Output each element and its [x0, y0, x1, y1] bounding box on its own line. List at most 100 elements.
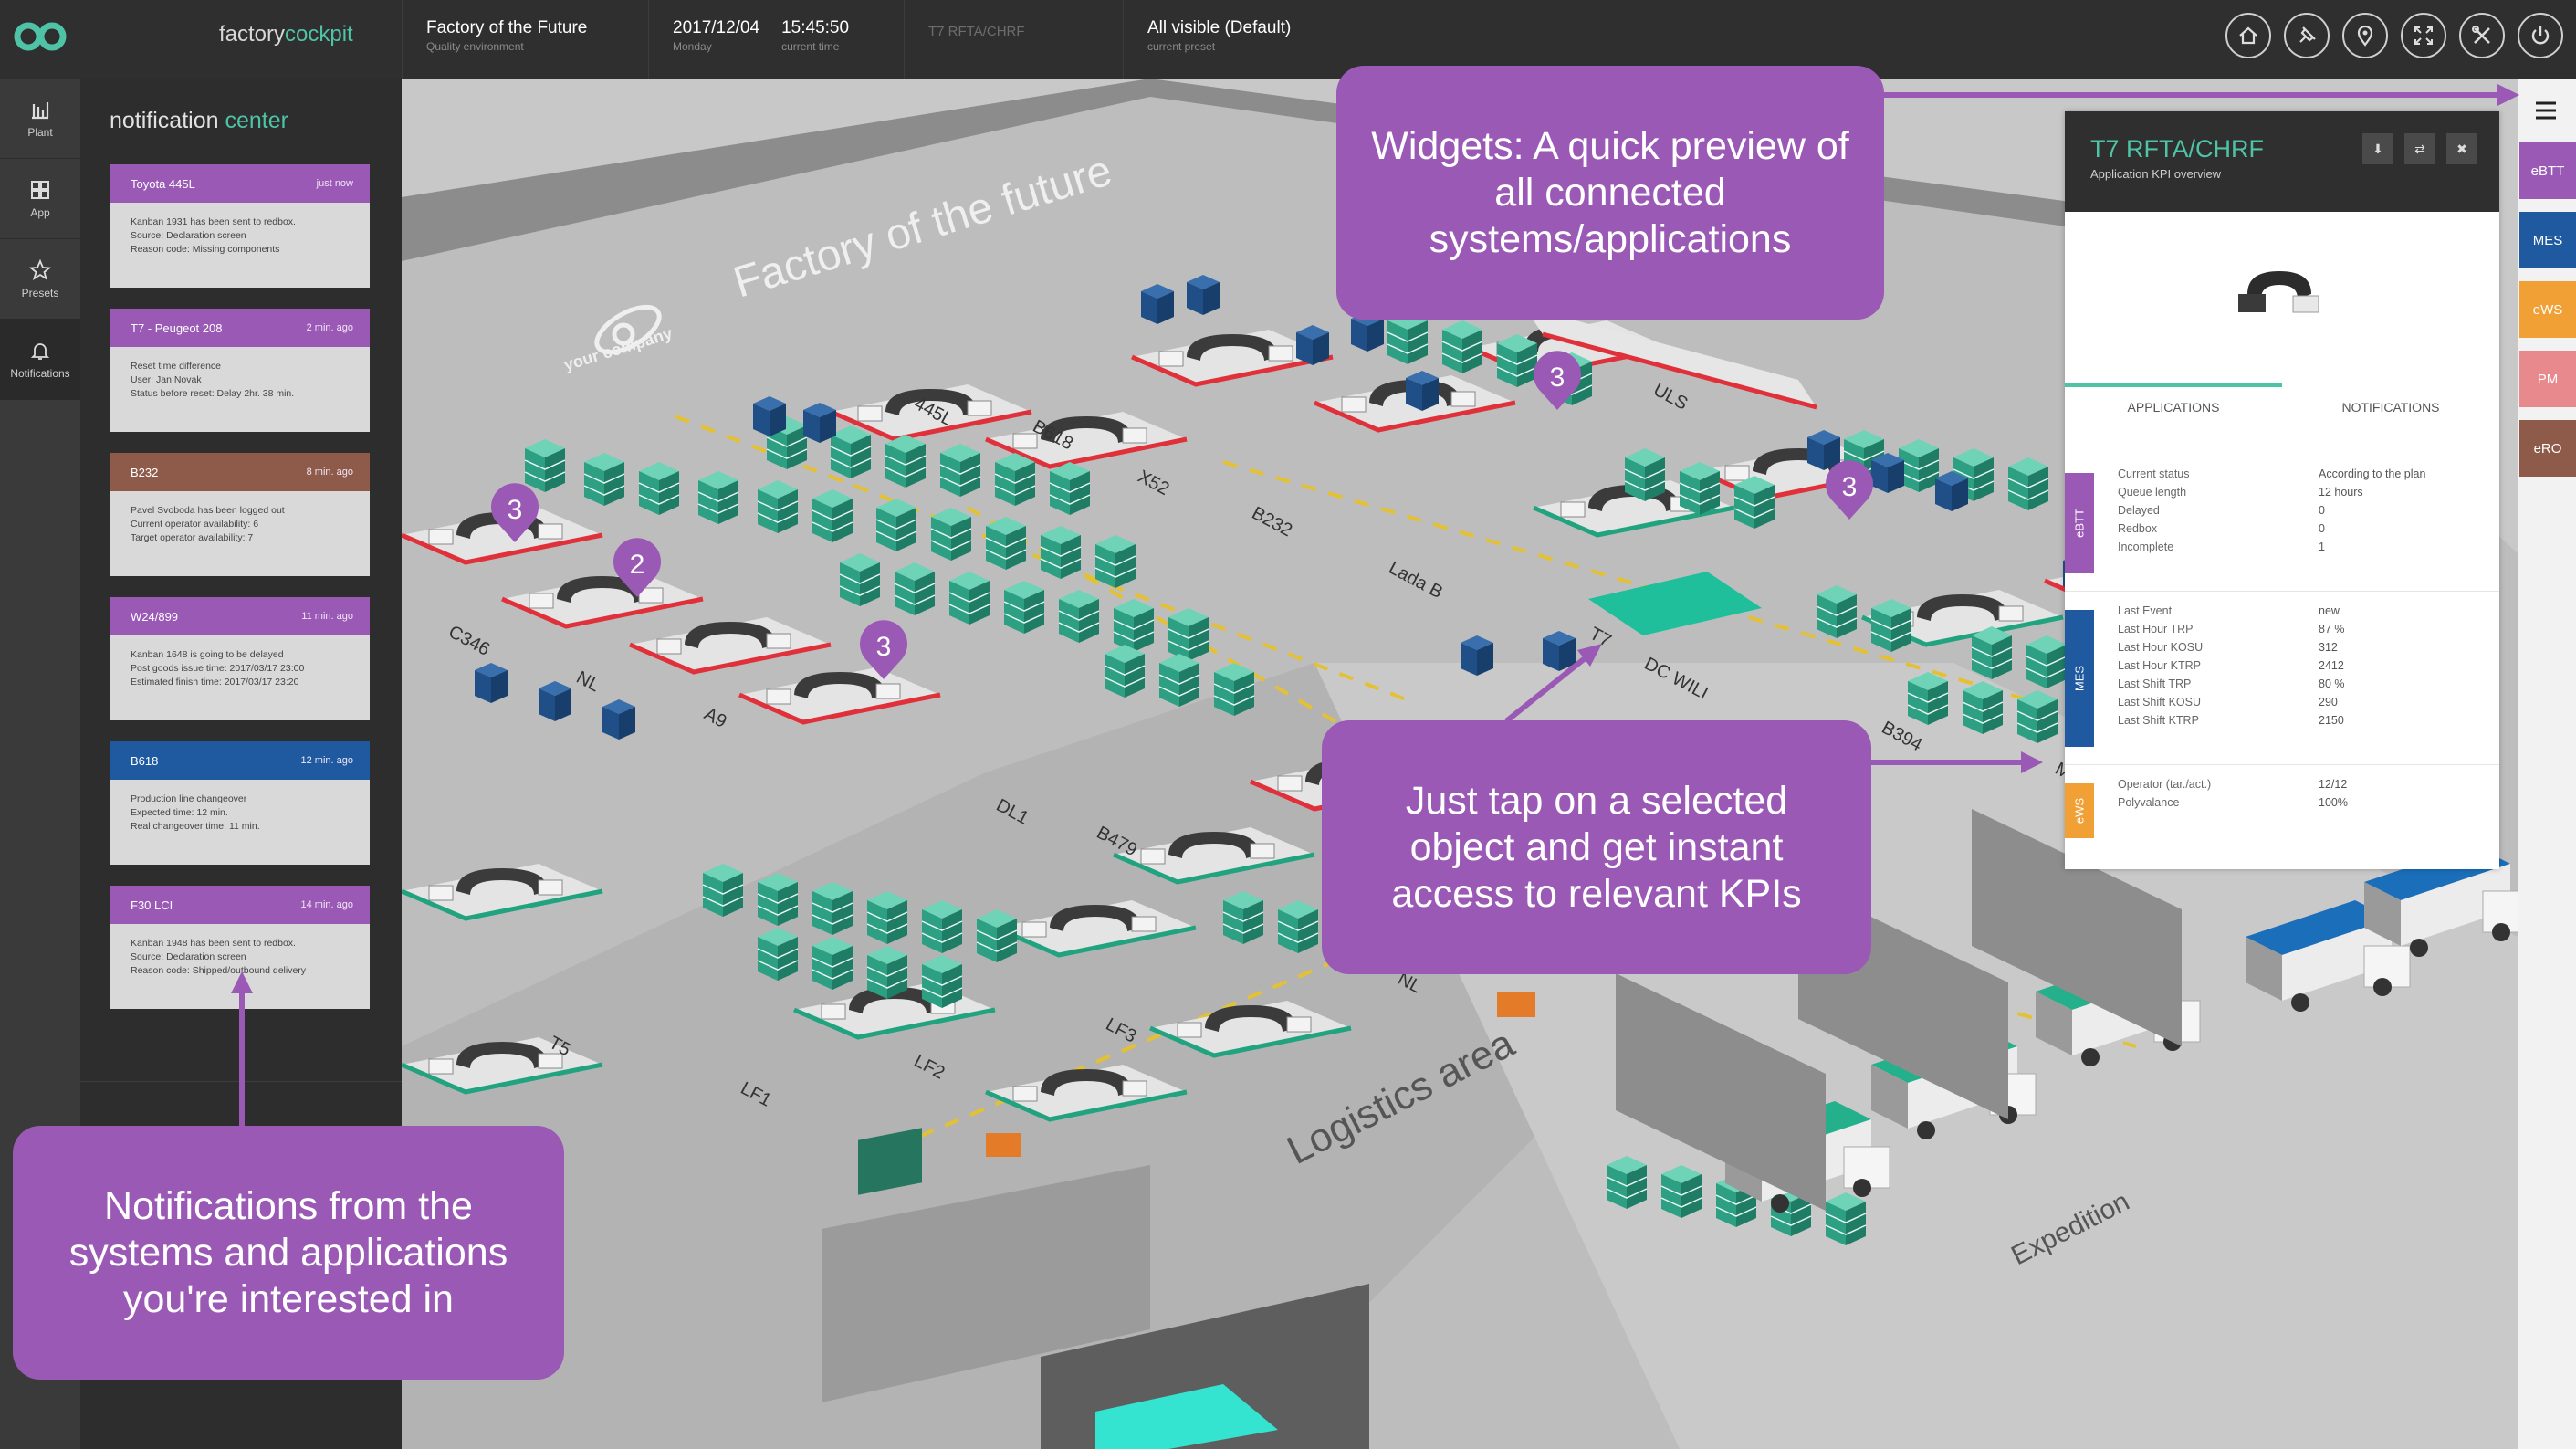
power-icon	[2531, 26, 2550, 45]
notification-line: Production line changeover	[131, 793, 247, 804]
tab-applications[interactable]: APPLICATIONS	[2065, 383, 2282, 425]
notification-line: Reset time difference	[131, 361, 222, 372]
app-icon	[31, 180, 49, 199]
machine	[1998, 605, 2024, 622]
app-logo-icon	[14, 22, 67, 51]
crate-stack	[1679, 462, 1721, 515]
top-bar: factorycockpit Factory of the Future Qua…	[0, 0, 2576, 79]
notification-line: Current operator availability: 6	[131, 519, 259, 530]
location-button[interactable]	[2342, 13, 2388, 58]
current-preset-label: current preset	[1147, 40, 1216, 53]
machine	[821, 1003, 846, 1020]
menu-button[interactable]	[2534, 100, 2558, 125]
kpi-name: Last Hour KOSU	[2118, 641, 2204, 654]
notification-card[interactable]: B232 8 min. ago Pavel Svoboda has been log…	[110, 453, 370, 576]
widget-swap-button[interactable]: ⇄	[2404, 133, 2435, 164]
tools-button[interactable]	[2459, 13, 2505, 58]
crate-stack	[894, 562, 936, 615]
selected-object: T7 RFTA/CHRF	[928, 24, 1025, 39]
right-tab-ews[interactable]: eWS	[2519, 281, 2576, 338]
home-button[interactable]	[2225, 13, 2271, 58]
notification-line: Source: Declaration screen	[131, 230, 246, 241]
notification-card[interactable]: B618 12 min. ago Production line changeove…	[110, 741, 370, 865]
notification-line: Estimated finish time: 2017/03/17 23:20	[131, 677, 299, 688]
crate-stack	[866, 946, 908, 999]
power-button[interactable]	[2518, 13, 2563, 58]
crate-stack	[1040, 526, 1082, 579]
crate-stack	[839, 553, 881, 606]
crate-stack	[2016, 690, 2058, 743]
crate-stack	[1213, 663, 1255, 716]
right-tab-ebtt[interactable]: eBTT	[2519, 142, 2576, 199]
notification-card[interactable]: Toyota 445L just now Kanban 1931 has been …	[110, 164, 370, 288]
kpi-value: 0	[2319, 522, 2325, 535]
pin-button[interactable]	[2284, 13, 2330, 58]
production-line-icon	[2238, 271, 2319, 313]
crate-stack	[1058, 590, 1100, 643]
notification-card[interactable]: T7 - Peugeot 208 2 min. ago Reset time dif…	[110, 309, 370, 432]
crate-stack	[948, 572, 990, 625]
crate-stack	[583, 453, 625, 506]
crate-stack	[976, 909, 1018, 962]
machine	[529, 593, 554, 609]
blue-bin	[1406, 371, 1439, 411]
blue-bin	[1935, 471, 1968, 511]
right-tab-pm[interactable]: PM	[2519, 351, 2576, 407]
machine	[1021, 921, 1047, 938]
crate-stack	[1870, 599, 1912, 652]
machine	[857, 405, 883, 422]
kpi-value: According to the plan	[2319, 467, 2426, 480]
machine	[1268, 345, 1293, 362]
machine	[1450, 391, 1476, 407]
forklift	[986, 1133, 1021, 1157]
kpi-name: Last Event	[2118, 604, 2173, 617]
preset-selector[interactable]: All visible (Default) current preset	[1123, 0, 1346, 79]
notification-line: Kanban 1948 has been sent to redbox.	[131, 938, 296, 949]
badge-count: 3	[1842, 472, 1858, 502]
kpi-row: Last Shift KTRP 2150	[2118, 714, 2483, 727]
kpi-row: Operator (tar./act.) 12/12	[2118, 778, 2483, 791]
kpi-name: Delayed	[2118, 504, 2160, 517]
notification-line: Target operator availability: 7	[131, 532, 254, 543]
crate-stack	[1496, 334, 1538, 387]
selection-field[interactable]: T7 RFTA/CHRF	[904, 0, 1123, 79]
kpi-name: Incomplete	[2118, 541, 2174, 553]
badge-count: 2	[630, 550, 645, 580]
machine	[1724, 465, 1750, 481]
widget-pin-button[interactable]: ⬇	[2362, 133, 2393, 164]
blue-bin	[753, 396, 786, 436]
kpi-value: 12/12	[2319, 778, 2348, 791]
crate-stack	[930, 508, 972, 561]
machine	[875, 683, 901, 699]
kpi-value: 0	[2319, 504, 2325, 517]
notification-card[interactable]: W24/899 11 min. ago Kanban 1648 is going t…	[110, 597, 370, 720]
badge-count: 3	[876, 632, 892, 662]
notification-body: Kanban 1948 has been sent to redbox. Sour…	[110, 924, 370, 978]
notification-time: 14 min. ago	[300, 899, 353, 910]
kpi-row: Incomplete 1	[2118, 541, 2483, 553]
rail-item-label: Presets	[21, 286, 59, 299]
factory-subtitle: Quality environment	[426, 40, 524, 53]
kpi-row: Last Shift KOSU 290	[2118, 696, 2483, 709]
notification-card[interactable]: F30 LCI 14 min. ago Kanban 1948 has been s…	[110, 886, 370, 1009]
rail-item-notifications[interactable]: Notifications	[0, 320, 80, 400]
factory-selector[interactable]: Factory of the Future Quality environmen…	[402, 0, 648, 79]
crate-stack	[812, 489, 853, 542]
right-tab-mes[interactable]: MES	[2519, 212, 2576, 268]
notification-header: T7 - Peugeot 208 2 min. ago	[110, 309, 370, 347]
rail-item-app[interactable]: App	[0, 159, 80, 239]
machine	[428, 1058, 454, 1075]
tab-notifications[interactable]: NOTIFICATIONS	[2282, 383, 2499, 425]
rail-item-presets[interactable]: Presets	[0, 239, 80, 320]
kpi-value: new	[2319, 604, 2340, 617]
crate-stack	[697, 471, 739, 524]
right-tab-ero[interactable]: eRO	[2519, 420, 2576, 477]
notification-title: F30 LCI	[131, 898, 173, 912]
widget-close-button[interactable]: ✖	[2446, 133, 2477, 164]
badge-count: 3	[508, 495, 523, 525]
rail-item-plant[interactable]: Plant	[0, 79, 80, 159]
crate-stack	[1971, 626, 2013, 679]
kpi-name: Operator (tar./act.)	[2118, 778, 2212, 791]
blue-bin	[1807, 430, 1840, 470]
fullscreen-button[interactable]	[2401, 13, 2446, 58]
